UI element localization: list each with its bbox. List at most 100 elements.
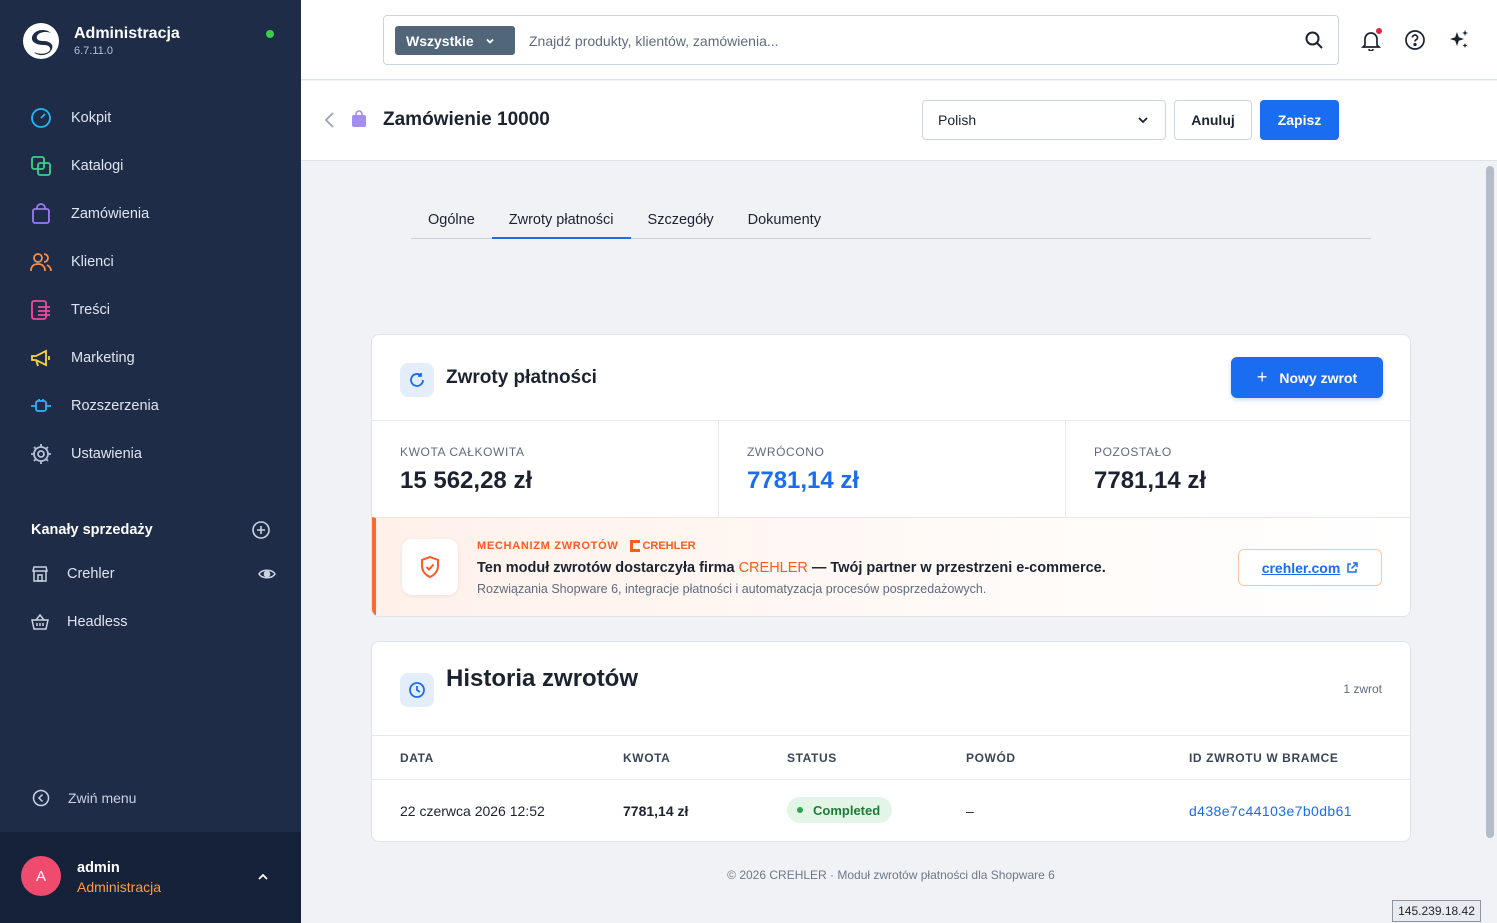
basket-icon	[31, 613, 49, 630]
chevron-left-circle-icon	[32, 789, 50, 807]
extensions-icon	[30, 395, 52, 417]
nav-item-customers[interactable]: Klienci	[0, 238, 301, 286]
status-dot	[797, 807, 803, 813]
stat-value: 7781,14 zł	[747, 467, 860, 494]
tab-details[interactable]: Szczegóły	[631, 202, 731, 239]
language-select-value: Polish	[938, 112, 977, 128]
user-menu[interactable]: A admin Administracja	[0, 832, 301, 923]
column-header-status: STATUS	[787, 751, 837, 765]
marketing-icon	[30, 347, 52, 369]
tab-general[interactable]: Ogólne	[411, 202, 492, 239]
nav-label: Rozszerzenia	[71, 398, 159, 414]
clock-icon-wrapper	[400, 673, 434, 707]
scrollbar-thumb[interactable]	[1486, 166, 1494, 838]
sales-channel-label: Headless	[67, 614, 128, 630]
chevron-up-icon[interactable]	[256, 870, 270, 884]
customers-icon	[30, 251, 52, 273]
help-button[interactable]	[1403, 28, 1427, 52]
notification-badge	[1376, 28, 1382, 34]
sales-channels-title: Kanały sprzedaży	[31, 522, 153, 538]
top-bar: Wszystkie	[301, 0, 1497, 80]
top-actions	[1359, 28, 1491, 52]
refresh-icon-wrapper	[400, 363, 434, 397]
clock-icon	[409, 682, 425, 698]
new-refund-button[interactable]: + Nowy zwrot	[1231, 357, 1383, 398]
nav-item-orders[interactable]: Zamówienia	[0, 190, 301, 238]
search-scope-dropdown[interactable]: Wszystkie	[395, 26, 515, 55]
cancel-button[interactable]: Anuluj	[1174, 100, 1252, 140]
nav-label: Zamówienia	[71, 206, 150, 222]
stat-value: 7781,14 zł	[1094, 467, 1207, 494]
nav-item-dashboard[interactable]: Kokpit	[0, 94, 301, 142]
nav-item-settings[interactable]: Ustawienia	[0, 430, 301, 478]
sales-channels-header: Kanały sprzedaży	[31, 520, 271, 540]
global-search: Wszystkie	[383, 15, 1339, 65]
refund-count: 1 zwrot	[1343, 682, 1382, 696]
ai-assistant-button[interactable]	[1447, 28, 1471, 52]
plus-icon: +	[1256, 367, 1268, 387]
column-header-date: DATA	[400, 751, 434, 765]
search-icon[interactable]	[1304, 30, 1324, 50]
collapse-menu-button[interactable]: Zwiń menu	[32, 789, 136, 807]
back-arrow-icon[interactable]	[323, 111, 337, 129]
status-label: Completed	[813, 802, 881, 818]
nav-label: Klienci	[71, 254, 114, 270]
promo-headline-end: — Twój partner w przestrzeni e-commerce.	[811, 560, 1106, 576]
footer: © 2026 CREHLER · Moduł zwrotów płatności…	[727, 868, 1055, 882]
refund-reason: –	[966, 803, 974, 819]
page-title: Zamówienie 10000	[383, 109, 550, 130]
content-icon	[30, 299, 52, 321]
refund-history-card: Historia zwrotów 1 zwrot DATA KWOTA STAT…	[371, 641, 1411, 842]
order-bag-icon	[352, 110, 366, 127]
refresh-icon	[410, 373, 424, 387]
promo-headline-brand: CREHLER	[738, 560, 808, 576]
sales-channel-headless[interactable]: Headless	[31, 613, 276, 631]
nav-label: Marketing	[71, 350, 135, 366]
search-scope-label: Wszystkie	[406, 32, 474, 49]
language-select[interactable]: Polish	[922, 100, 1166, 140]
crehler-logo-icon	[630, 540, 641, 552]
gateway-refund-id-link[interactable]: d438e7c44103e7b0db61	[1189, 803, 1352, 819]
crehler-logo-text: CREHLER	[642, 540, 696, 552]
dashboard-icon	[30, 107, 52, 129]
eye-icon[interactable]	[258, 565, 276, 583]
chevron-down-icon	[486, 38, 494, 44]
nav-item-catalogs[interactable]: Katalogi	[0, 142, 301, 190]
content-scrollbar[interactable]	[1483, 162, 1497, 923]
save-button[interactable]: Zapisz	[1260, 100, 1339, 140]
stat-label: ZWRÓCONO	[747, 445, 825, 459]
tab-documents[interactable]: Dokumenty	[731, 202, 838, 239]
nav-item-extensions[interactable]: Rozszerzenia	[0, 382, 301, 430]
storefront-icon	[32, 566, 48, 582]
refund-date: 22 czerwca 2026 12:52	[400, 803, 545, 819]
crehler-promo-banner: MECHANIZM ZWROTÓW CREHLER Ten moduł zwro…	[372, 517, 1410, 616]
refund-history-title: Historia zwrotów	[446, 665, 639, 692]
search-input[interactable]	[529, 28, 1269, 54]
brand[interactable]: Administracja 6.7.11.0	[22, 22, 180, 60]
nav-item-marketing[interactable]: Marketing	[0, 334, 301, 382]
tab-refunds[interactable]: Zwroty płatności	[491, 202, 631, 239]
status-badge: Completed	[787, 797, 893, 823]
column-header-amount: KWOTA	[623, 751, 671, 765]
catalog-icon	[30, 155, 52, 177]
notifications-button[interactable]	[1359, 28, 1383, 52]
orders-icon	[30, 203, 52, 225]
sales-channel-crehler[interactable]: Crehler	[31, 565, 276, 583]
add-circle-icon[interactable]	[251, 520, 271, 540]
online-status-dot	[266, 30, 274, 38]
stat-label: POZOSTAŁO	[1094, 445, 1172, 459]
main-navigation: Kokpit Katalogi Zamówienia Klienci Treśc…	[0, 94, 301, 478]
stat-refunded: ZWRÓCONO 7781,14 zł	[719, 421, 1066, 517]
stat-remaining: POZOSTAŁO 7781,14 zł	[1066, 421, 1410, 517]
nav-label: Katalogi	[71, 158, 124, 174]
collapse-menu-label: Zwiń menu	[68, 790, 137, 806]
chevron-down-icon	[1138, 117, 1148, 124]
nav-item-content[interactable]: Treści	[0, 286, 301, 334]
ip-address-label: 145.239.18.42	[1392, 900, 1481, 922]
promo-headline: Ten moduł zwrotów dostarczyła firma CREH…	[477, 560, 1106, 576]
crehler-website-link[interactable]: crehler.com	[1238, 549, 1382, 586]
nav-label: Ustawienia	[71, 446, 142, 462]
refunds-title: Zwroty płatności	[446, 367, 597, 388]
sales-channel-label: Crehler	[67, 566, 115, 582]
user-name: admin	[77, 860, 120, 876]
